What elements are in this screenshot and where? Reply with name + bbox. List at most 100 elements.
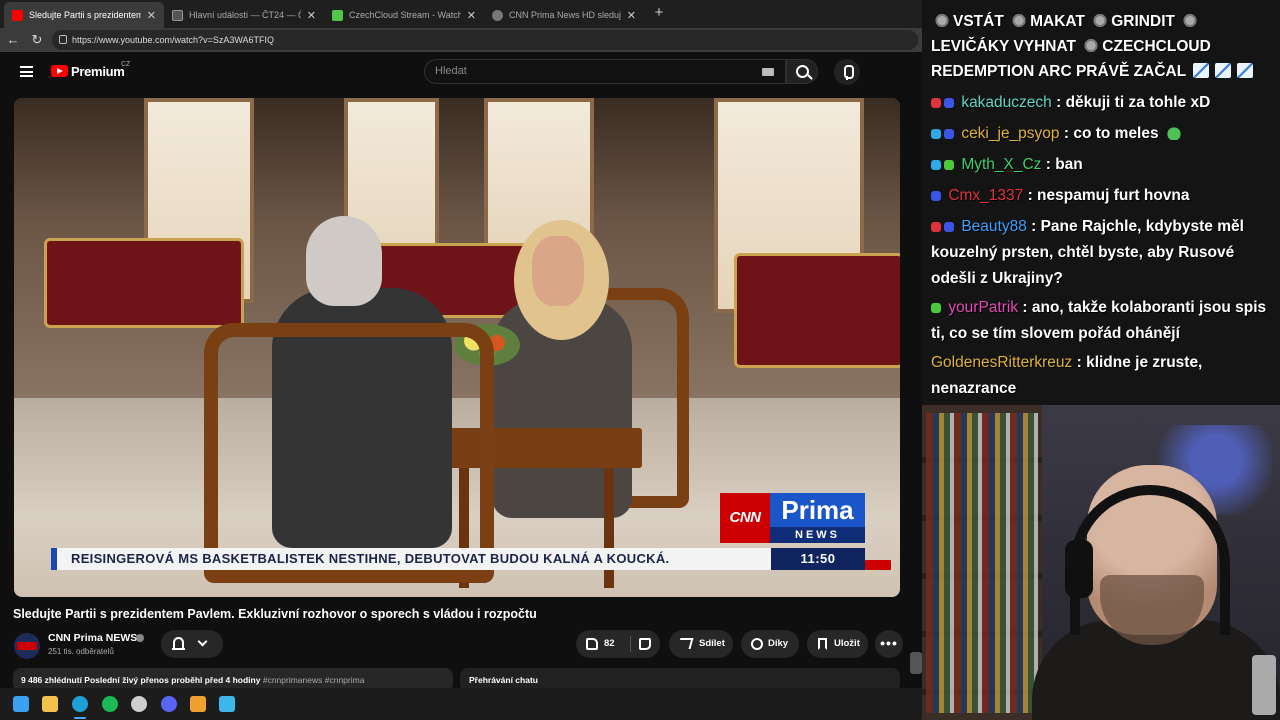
prima-logo: Prima bbox=[770, 493, 865, 527]
hashtags[interactable]: #cnnprimanews #cnnprima bbox=[263, 675, 365, 685]
video-scene-sofa bbox=[44, 238, 244, 328]
close-tab-icon[interactable]: ✕ bbox=[627, 9, 636, 22]
chat-message: yourPatrik : ano, takže kolaboranti jsou… bbox=[931, 295, 1273, 347]
share-label: Sdílet bbox=[699, 638, 725, 649]
youtube-premium-label[interactable]: Premium bbox=[71, 64, 125, 79]
bell-icon bbox=[172, 637, 185, 650]
pinned-word: LEVIČÁKY VYHNAT bbox=[931, 38, 1076, 55]
news-ticker: REISINGEROVÁ MS BASKETBALISTEK NESTIHNE,… bbox=[51, 548, 771, 570]
subscriber-count: 251 tis. odběratelů bbox=[48, 647, 114, 656]
close-tab-icon[interactable]: ✕ bbox=[307, 9, 316, 22]
pinned-message: VSTÁT MAKAT GRINDIT LEVIČÁKY VYHNAT CZEC… bbox=[931, 9, 1273, 84]
thanks-label: Díky bbox=[768, 638, 789, 649]
emote-icon bbox=[1182, 13, 1199, 28]
keyboard-icon[interactable] bbox=[762, 68, 774, 76]
obs-icon[interactable] bbox=[131, 696, 147, 712]
video-scene-guest-head bbox=[306, 216, 382, 306]
chevron-down-icon bbox=[197, 636, 208, 647]
headphone-earcup bbox=[1065, 540, 1093, 598]
active-app-indicator bbox=[74, 717, 86, 719]
tab-cnn-prima[interactable]: CNN Prima News HD sledujte onli ✕ bbox=[484, 2, 644, 28]
youtube-logo-icon[interactable] bbox=[51, 65, 68, 77]
scrollbar-thumb[interactable] bbox=[910, 652, 922, 674]
taskbar bbox=[0, 688, 922, 720]
thumbs-down-icon[interactable] bbox=[639, 638, 651, 650]
windows-start-icon[interactable] bbox=[13, 696, 29, 712]
youtube-favicon-icon bbox=[12, 9, 23, 21]
microphone-icon bbox=[1252, 655, 1276, 715]
news-logo: NEWS bbox=[770, 527, 865, 543]
channel-watermark-icon bbox=[865, 560, 891, 570]
chat-message: kakaduczech : děkuji ti za tohle xD bbox=[931, 90, 1273, 116]
close-tab-icon[interactable]: ✕ bbox=[467, 9, 476, 22]
discord-icon[interactable] bbox=[161, 696, 177, 712]
chat-message: ceki_je_psyop : co to meles bbox=[931, 121, 1273, 147]
video-stats: 9 486 zhlédnutí Poslední živý přenos pro… bbox=[21, 675, 261, 685]
headphones bbox=[1070, 485, 1230, 635]
notepad-icon[interactable] bbox=[219, 696, 235, 712]
reload-button[interactable]: ↻ bbox=[28, 31, 46, 49]
stream-chat-overlay: VSTÁT MAKAT GRINDIT LEVIČÁKY VYHNAT CZEC… bbox=[922, 0, 1280, 405]
close-tab-icon[interactable]: ✕ bbox=[147, 9, 156, 22]
chat-message: Beauty88 : Pane Rajchle, kdybyste měl ko… bbox=[931, 214, 1273, 292]
video-scene-chair bbox=[204, 323, 494, 583]
emote-icon bbox=[934, 13, 950, 28]
kick-favicon-icon bbox=[332, 9, 343, 21]
pinned-word: GRINDIT bbox=[1111, 13, 1175, 30]
app-icon[interactable] bbox=[190, 696, 206, 712]
webcam-books bbox=[926, 413, 1038, 713]
search-input[interactable]: Hledat bbox=[424, 59, 786, 84]
share-button[interactable]: Sdílet bbox=[669, 630, 733, 658]
thanks-icon bbox=[751, 638, 763, 650]
badge-icon bbox=[931, 160, 941, 170]
tab-youtube[interactable]: Sledujte Partii s prezidentem Pavle ✕ bbox=[4, 2, 164, 28]
chat-text: : co to meles bbox=[1063, 125, 1159, 142]
video-scene-sofa bbox=[734, 253, 900, 368]
region-code: CZ bbox=[121, 61, 131, 68]
video-player[interactable]: CNN Prima NEWS REISINGEROVÁ MS BASKETBAL… bbox=[14, 98, 900, 597]
chat-username: Cmx_1337 bbox=[948, 187, 1024, 204]
chat-message: Myth_X_Cz : ban bbox=[931, 152, 1273, 178]
chart-emote-icon bbox=[1193, 63, 1210, 78]
more-actions-button[interactable]: ••• bbox=[875, 630, 903, 658]
chat-replay-header[interactable]: Přehrávání chatu bbox=[460, 668, 900, 688]
like-dislike-group: 82 bbox=[576, 630, 660, 658]
badge-icon bbox=[944, 129, 954, 139]
share-icon bbox=[677, 638, 694, 649]
like-count[interactable]: 82 bbox=[604, 630, 615, 658]
search-button[interactable] bbox=[786, 59, 818, 84]
divider bbox=[630, 636, 631, 652]
thumbs-up-icon[interactable] bbox=[586, 638, 598, 650]
tab-label: CzechCloud Stream - Watch Live bbox=[349, 10, 461, 20]
tab-kick[interactable]: CzechCloud Stream - Watch Live ✕ bbox=[324, 2, 484, 28]
emote-icon bbox=[1011, 13, 1028, 28]
thanks-button[interactable]: Díky bbox=[741, 630, 799, 658]
badge-icon bbox=[931, 303, 941, 313]
back-button[interactable]: ← bbox=[4, 31, 22, 49]
pinned-word: MAKAT bbox=[1030, 13, 1085, 30]
chart-emote-icon bbox=[1215, 63, 1232, 78]
new-tab-button[interactable]: + bbox=[650, 4, 668, 22]
channel-avatar[interactable] bbox=[14, 633, 40, 659]
url-text: https://www.youtube.com/watch?v=SzA3WA6T… bbox=[72, 35, 274, 45]
chat-message: Cmx_1337 : nespamuj furt hovna bbox=[931, 183, 1273, 209]
emote-icon bbox=[1083, 38, 1100, 53]
chat-username: kakaduczech bbox=[961, 94, 1052, 111]
video-scene-presenter-face bbox=[532, 236, 584, 306]
channel-name[interactable]: CNN Prima NEWS bbox=[48, 632, 137, 644]
description-box[interactable]: 9 486 zhlédnutí Poslední živý přenos pro… bbox=[13, 668, 453, 688]
voice-search-button[interactable] bbox=[834, 59, 860, 85]
edge-browser-icon[interactable] bbox=[72, 696, 88, 712]
chat-username: ceki_je_psyop bbox=[961, 125, 1060, 142]
screen: Sledujte Partii s prezidentem Pavle ✕ Hl… bbox=[0, 0, 1280, 720]
file-explorer-icon[interactable] bbox=[42, 696, 58, 712]
notification-bell-button[interactable] bbox=[161, 630, 223, 658]
emote-icon bbox=[1092, 13, 1109, 28]
save-button[interactable]: Uložit bbox=[807, 630, 868, 658]
url-field[interactable]: https://www.youtube.com/watch?v=SzA3WA6T… bbox=[52, 30, 918, 50]
tab-ct24[interactable]: Hlavní události — ČT24 — Česká ✕ bbox=[164, 2, 324, 28]
hamburger-menu-icon[interactable] bbox=[20, 66, 33, 77]
address-bar: ← ↻ https://www.youtube.com/watch?v=SzA3… bbox=[0, 28, 922, 52]
spotify-icon[interactable] bbox=[102, 696, 118, 712]
badge-icon bbox=[931, 191, 941, 201]
